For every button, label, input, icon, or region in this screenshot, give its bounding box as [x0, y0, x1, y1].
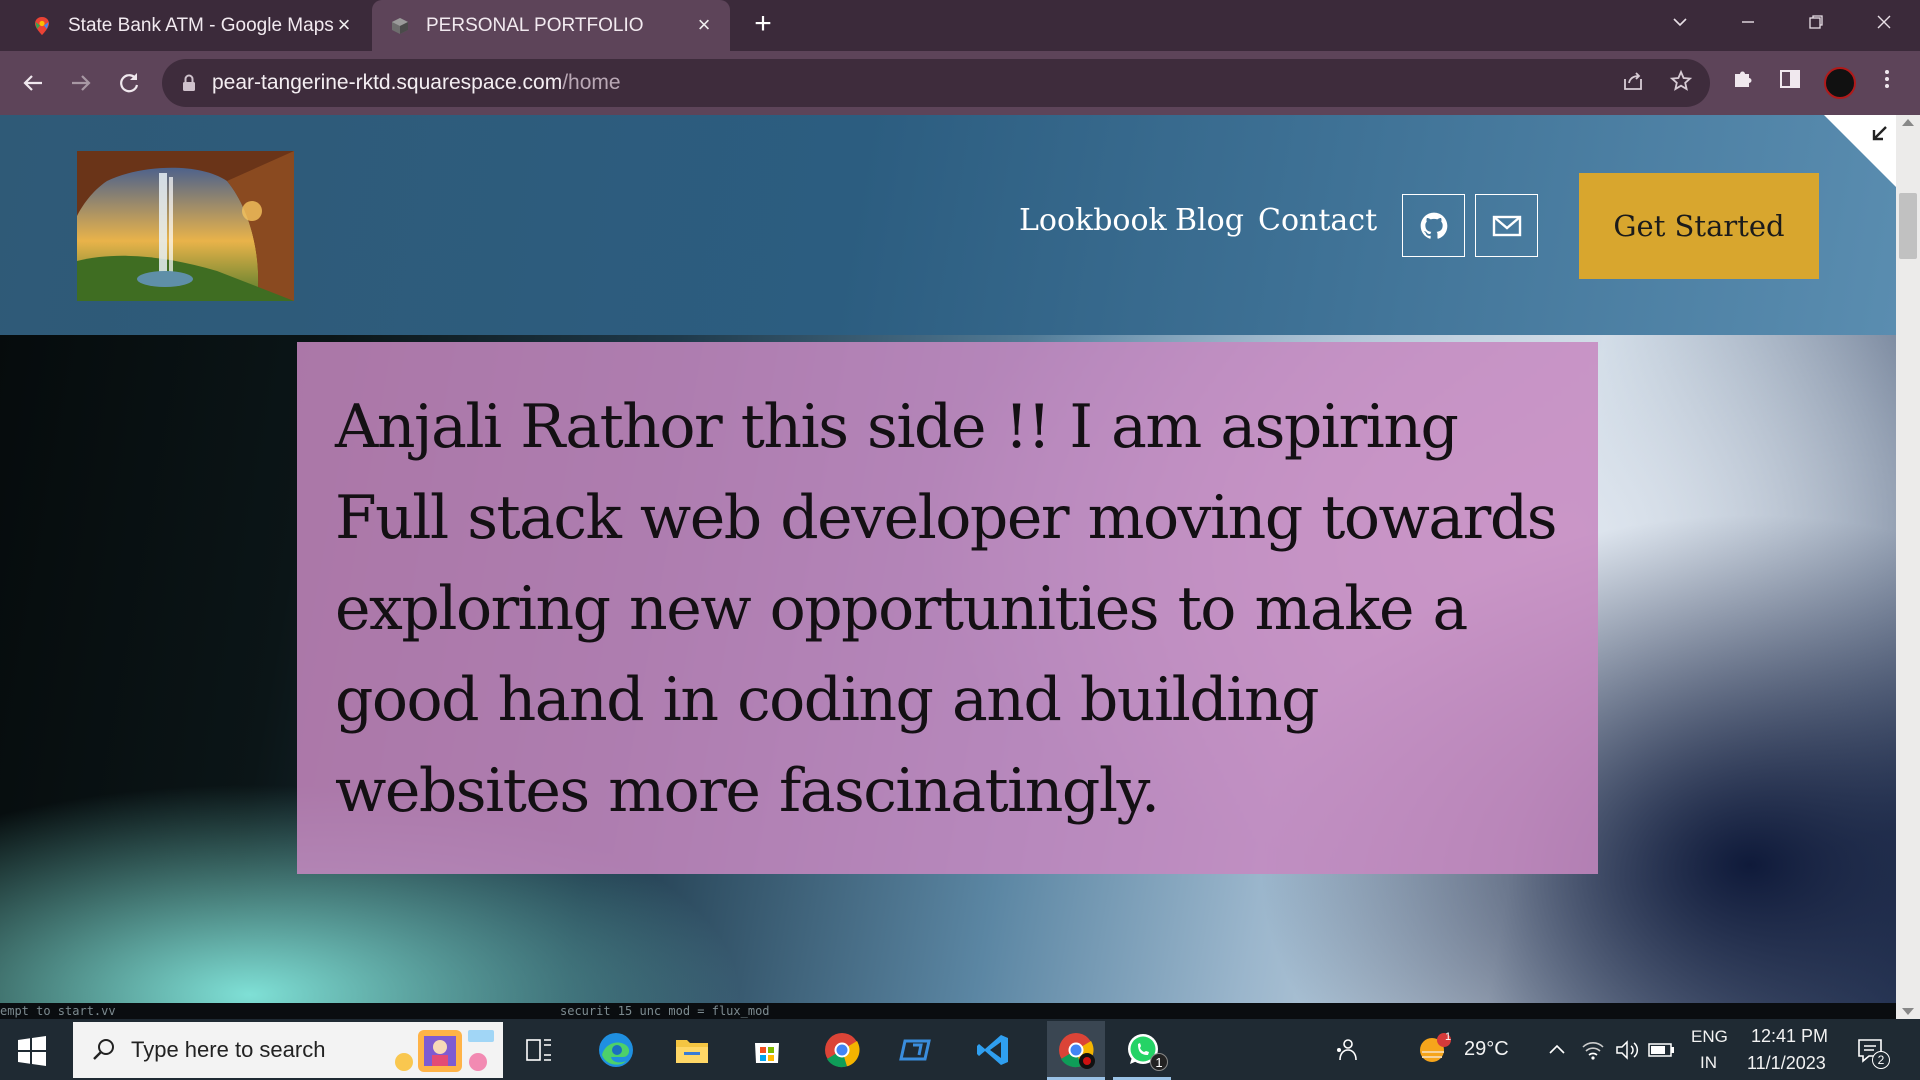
language-secondary[interactable]: IN: [1700, 1053, 1717, 1073]
profile-avatar[interactable]: [1824, 67, 1856, 99]
page-scrollbar[interactable]: [1896, 115, 1920, 1019]
browser-toolbar: pear-tangerine-rktd.squarespace.com/home: [0, 51, 1920, 115]
back-arrow-icon[interactable]: [13, 63, 53, 103]
url-host: pear-tangerine-rktd.squarespace.com: [212, 71, 563, 94]
more-menu-icon[interactable]: [1871, 67, 1903, 99]
people-icon[interactable]: [1325, 1029, 1367, 1071]
tab-search-chevron-icon[interactable]: [1650, 0, 1710, 44]
close-tab-icon[interactable]: ×: [332, 13, 356, 37]
taskbar-search-box[interactable]: Type here to search: [73, 1022, 503, 1078]
search-icon: [93, 1039, 114, 1060]
file-explorer-icon[interactable]: [671, 1029, 713, 1071]
nav-link-blog[interactable]: Blog: [1175, 203, 1244, 238]
tab-title: PERSONAL PORTFOLIO: [426, 14, 644, 36]
app-cp-icon[interactable]: [897, 1029, 939, 1071]
side-panel-icon[interactable]: [1774, 67, 1806, 99]
chrome-icon[interactable]: [821, 1029, 863, 1071]
edge-browser-icon[interactable]: [595, 1029, 637, 1071]
weather-temperature[interactable]: 29°C: [1464, 1038, 1509, 1061]
battery-icon[interactable]: [1641, 1029, 1683, 1071]
squarespace-cube-icon: [392, 17, 408, 34]
whatsapp-badge: 1: [1150, 1053, 1168, 1071]
browser-tab-bar: State Bank ATM - Google Maps × PERSONAL …: [0, 0, 1920, 51]
vscode-icon[interactable]: [972, 1029, 1014, 1071]
code-strip-text: empt to start.vv: [0, 1004, 116, 1018]
scrollbar-thumb[interactable]: [1899, 193, 1917, 259]
clock-date[interactable]: 11/1/2023: [1747, 1053, 1826, 1074]
email-link-button[interactable]: [1475, 194, 1538, 257]
collapse-corner-icon[interactable]: [1824, 115, 1896, 187]
tab-title: State Bank ATM - Google Maps: [68, 14, 334, 36]
github-icon: [1420, 212, 1447, 239]
restore-icon[interactable]: [1786, 0, 1846, 44]
url-path: /home: [562, 71, 621, 94]
language-primary[interactable]: ENG: [1691, 1027, 1728, 1047]
background-code-strip: empt to start.vv securit 15 unc mod = fl…: [0, 1003, 1896, 1019]
notifications-icon[interactable]: 2: [1849, 1029, 1891, 1071]
tab-google-maps[interactable]: State Bank ATM - Google Maps ×: [0, 0, 370, 51]
chrome-profile-active-icon[interactable]: [1047, 1021, 1105, 1079]
scroll-up-arrow-icon[interactable]: [1902, 119, 1914, 126]
task-view-icon[interactable]: [518, 1029, 560, 1071]
forward-arrow-icon[interactable]: [61, 63, 101, 103]
lock-icon: [183, 74, 195, 91]
reload-icon[interactable]: [109, 63, 149, 103]
search-highlight-art-icon: [395, 1030, 494, 1072]
page-viewport: Lookbook Blog Contact Get Started Anjali…: [0, 115, 1896, 1019]
weather-badge: 1: [1444, 1031, 1452, 1043]
windows-start-icon[interactable]: [14, 1033, 50, 1069]
whatsapp-icon[interactable]: 1: [1123, 1029, 1168, 1071]
get-started-button[interactable]: Get Started: [1579, 173, 1819, 279]
site-logo-waterfall-image[interactable]: [77, 151, 294, 301]
notification-count-badge: 2: [1872, 1051, 1890, 1069]
share-icon[interactable]: [1619, 69, 1647, 97]
weather-sun-icon[interactable]: 1: [1413, 1029, 1455, 1071]
windows-taskbar: Type here to search 1 1 29°C ENG IN 12:4…: [0, 1019, 1920, 1080]
bookmark-star-icon[interactable]: [1667, 69, 1695, 97]
intro-paragraph: Anjali Rathor this side !! I am aspiring…: [335, 392, 1558, 826]
scroll-down-arrow-icon[interactable]: [1902, 1008, 1914, 1015]
github-link-button[interactable]: [1402, 194, 1465, 257]
extensions-puzzle-icon[interactable]: [1727, 67, 1759, 99]
tab-personal-portfolio[interactable]: PERSONAL PORTFOLIO ×: [372, 0, 730, 51]
intro-text-box: Anjali Rathor this side !! I am aspiring…: [297, 342, 1598, 874]
code-strip-text: securit 15 unc mod = flux_mod: [560, 1004, 770, 1018]
site-header: Lookbook Blog Contact Get Started: [0, 115, 1896, 335]
close-tab-icon[interactable]: ×: [692, 13, 716, 37]
address-bar[interactable]: pear-tangerine-rktd.squarespace.com/home: [162, 59, 1710, 107]
microsoft-store-icon[interactable]: [746, 1029, 788, 1071]
clock-time[interactable]: 12:41 PM: [1751, 1026, 1828, 1047]
minimize-icon[interactable]: [1718, 0, 1778, 44]
new-tab-plus-icon[interactable]: +: [748, 9, 778, 40]
mail-icon: [1492, 215, 1521, 236]
nav-link-contact[interactable]: Contact: [1258, 203, 1377, 238]
nav-link-lookbook[interactable]: Lookbook: [1019, 203, 1167, 238]
close-window-icon[interactable]: [1854, 0, 1914, 44]
google-maps-icon: [35, 16, 49, 35]
url-text[interactable]: pear-tangerine-rktd.squarespace.com/home: [212, 71, 621, 95]
search-placeholder: Type here to search: [131, 1037, 326, 1062]
